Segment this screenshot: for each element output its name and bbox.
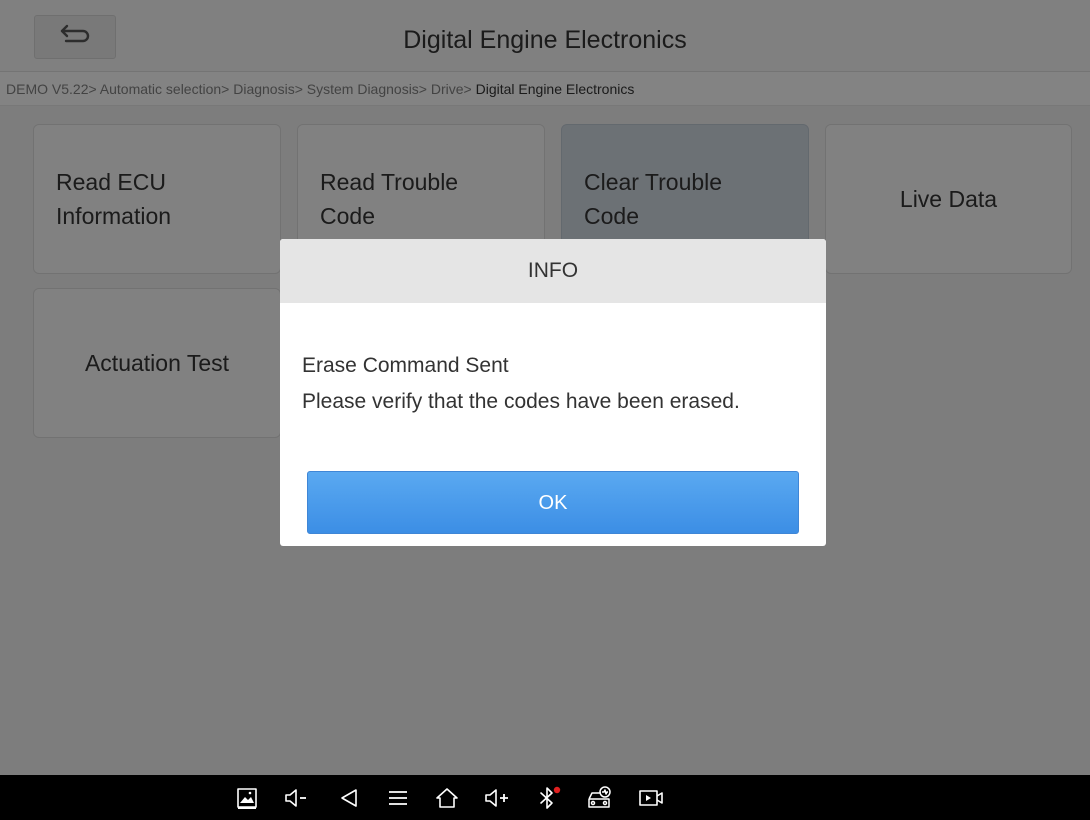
screen-record-icon[interactable]: [636, 783, 666, 813]
volume-down-icon[interactable]: [282, 783, 312, 813]
dialog-title: INFO: [280, 239, 826, 303]
dialog-message-line: Please verify that the codes have been e…: [302, 390, 740, 413]
back-icon[interactable]: [334, 783, 364, 813]
dialog-message-line: Erase Command Sent: [302, 354, 509, 377]
dialog-message: Erase Command Sent Please verify that th…: [302, 348, 740, 420]
home-icon[interactable]: [432, 783, 462, 813]
menu-icon[interactable]: [383, 783, 413, 813]
screenshot-icon[interactable]: [232, 783, 262, 813]
vehicle-diagnostic-icon[interactable]: [584, 783, 614, 813]
info-dialog: INFO Erase Command Sent Please verify th…: [280, 239, 826, 546]
ok-button[interactable]: OK: [307, 471, 799, 534]
system-navigation-bar: [0, 775, 1090, 820]
volume-up-icon[interactable]: [483, 783, 513, 813]
bluetooth-icon[interactable]: [534, 783, 564, 813]
